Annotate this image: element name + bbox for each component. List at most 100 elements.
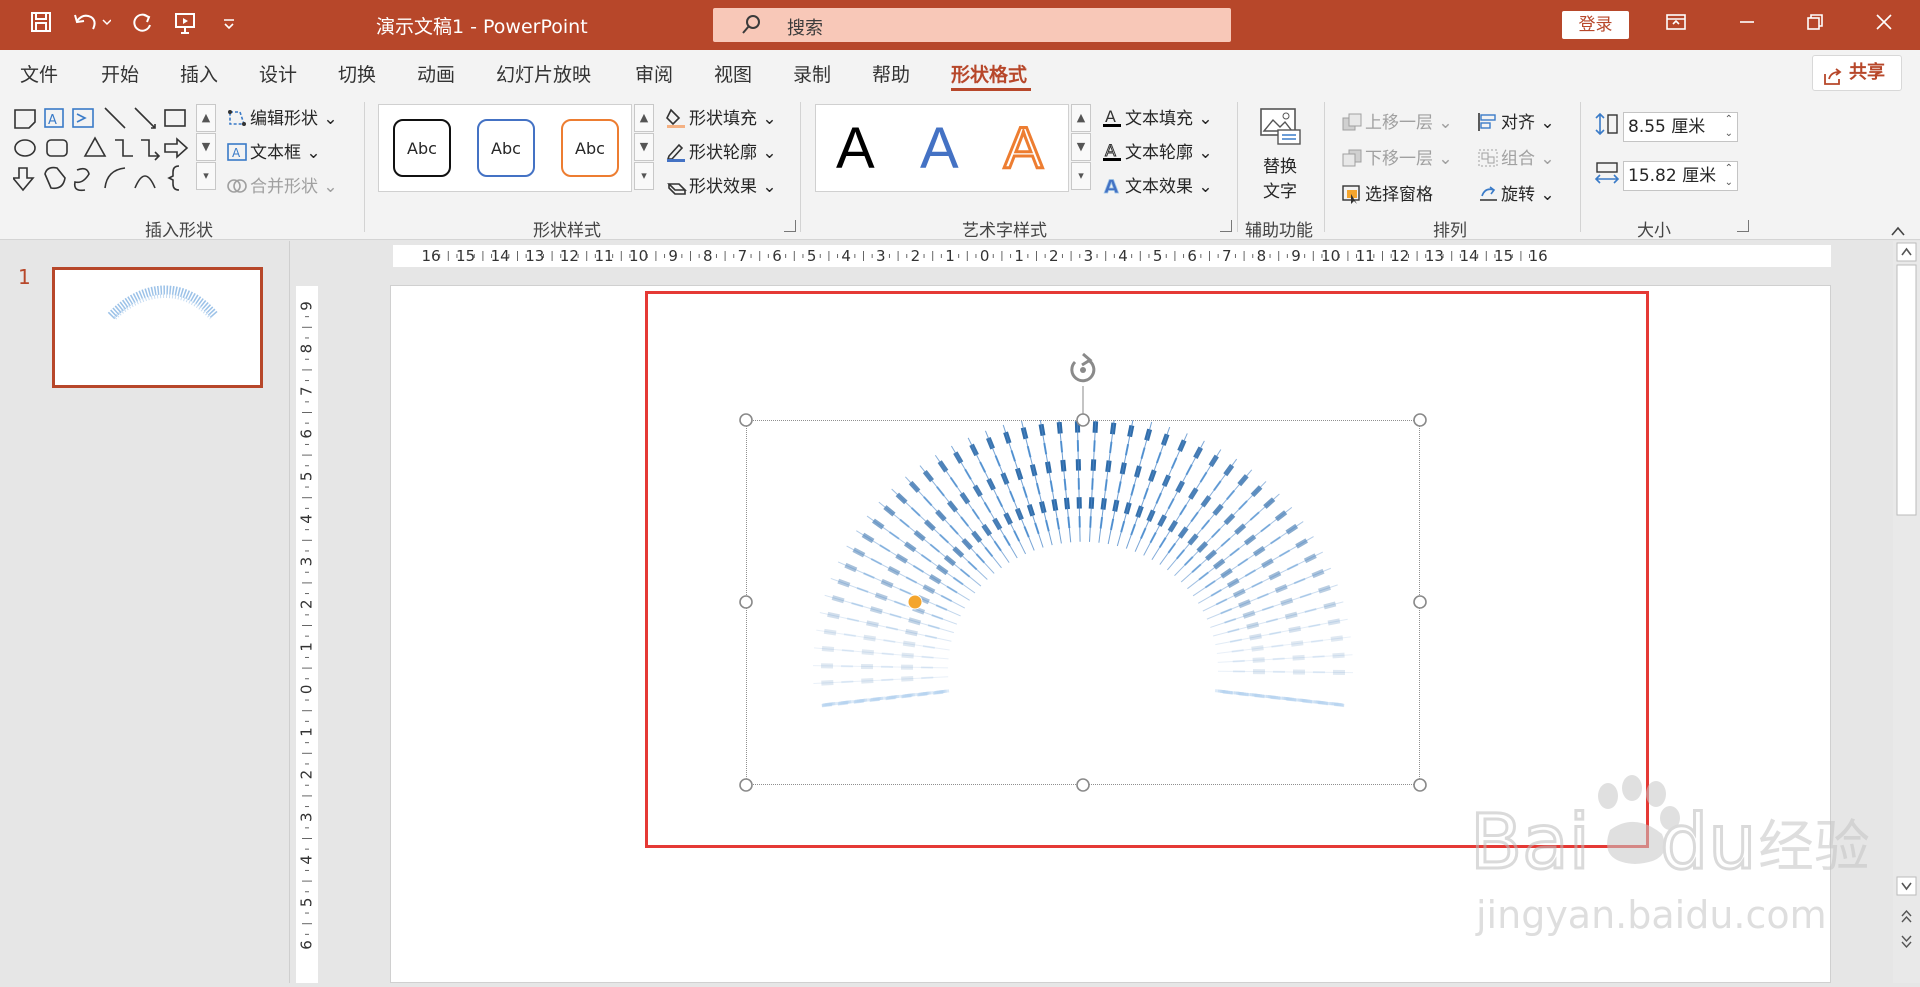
- tab-help[interactable]: 帮助: [872, 60, 910, 87]
- bring-forward-button[interactable]: 上移一层 ⌄: [1341, 108, 1453, 133]
- shape-styles-gallery[interactable]: Abc Abc Abc: [378, 104, 632, 192]
- undo-icon[interactable]: [70, 11, 114, 39]
- tab-shape-format[interactable]: 形状格式: [951, 60, 1027, 87]
- resize-handle-left[interactable]: [740, 596, 752, 608]
- svg-text:A: A: [232, 146, 241, 160]
- text-fill-button[interactable]: A文本填充 ⌄: [1101, 104, 1213, 129]
- group-label-arrange: 排列: [1433, 216, 1467, 241]
- wordart-styles-gallery[interactable]: A A A: [815, 104, 1069, 192]
- h-ruler-label: 10: [629, 247, 648, 265]
- tab-insert[interactable]: 插入: [180, 60, 218, 87]
- wordart-styles-launcher[interactable]: [1220, 220, 1232, 232]
- resize-handle-bottom-right[interactable]: [1414, 779, 1426, 791]
- shape-width-input[interactable]: 15.82 厘米 ⌃⌄: [1623, 161, 1738, 191]
- minimize-icon[interactable]: [1727, 10, 1767, 40]
- close-icon[interactable]: [1864, 10, 1904, 40]
- shapes-gallery[interactable]: A: [13, 104, 193, 196]
- tab-animations[interactable]: 动画: [417, 60, 455, 87]
- shape-effects-button[interactable]: 形状效果 ⌄: [665, 172, 777, 197]
- shape-style-3[interactable]: Abc: [561, 119, 619, 177]
- save-icon[interactable]: [26, 11, 56, 39]
- share-label: 共享: [1849, 62, 1885, 83]
- alt-text-icon: [1254, 106, 1306, 152]
- width-spinner[interactable]: ⌃⌄: [1725, 162, 1733, 190]
- selection-pane-button[interactable]: 选择窗格: [1341, 180, 1433, 205]
- shape-outline-button[interactable]: 形状轮廓 ⌄: [665, 138, 777, 163]
- slide-thumbnail[interactable]: [52, 267, 263, 388]
- wordart-down[interactable]: ▼: [1071, 133, 1091, 161]
- h-ruler-label: 6: [772, 247, 782, 265]
- pen-icon: [665, 142, 687, 162]
- customize-toolbar-icon[interactable]: [214, 11, 244, 39]
- wordart-style-3[interactable]: A: [1004, 115, 1043, 182]
- resize-handle-top-right[interactable]: [1414, 414, 1426, 426]
- tab-record[interactable]: 录制: [793, 60, 831, 87]
- redo-icon[interactable]: [127, 11, 157, 39]
- present-from-start-icon[interactable]: [170, 11, 200, 39]
- horizontal-ruler[interactable]: 1615141312111098765432101234567891011121…: [393, 245, 1831, 267]
- shape-height-input[interactable]: 8.55 厘米 ⌃⌄: [1623, 112, 1738, 142]
- h-ruler-label: 3: [1084, 247, 1094, 265]
- shape-styles-launcher[interactable]: [784, 220, 796, 232]
- shapes-gallery-more[interactable]: ▾: [196, 162, 216, 190]
- h-ruler-label: 5: [807, 247, 817, 265]
- shape-styles-more[interactable]: ▾: [634, 162, 654, 190]
- tab-transitions[interactable]: 切换: [338, 60, 376, 87]
- scroll-thumb: [1897, 265, 1916, 515]
- search-box[interactable]: 搜索: [713, 8, 1231, 42]
- wordart-style-1[interactable]: A: [836, 115, 875, 182]
- size-launcher[interactable]: [1737, 220, 1749, 232]
- resize-handle-top[interactable]: [1077, 414, 1089, 426]
- vertical-scrollbar[interactable]: [1893, 241, 1920, 983]
- send-backward-button[interactable]: 下移一层 ⌄: [1341, 144, 1453, 169]
- group-button[interactable]: 组合 ⌄: [1477, 144, 1555, 169]
- tab-view[interactable]: 视图: [714, 60, 752, 87]
- tab-design[interactable]: 设计: [259, 60, 297, 87]
- resize-handle-bottom[interactable]: [1077, 779, 1089, 791]
- watermark-du: du: [1660, 797, 1756, 886]
- collapse-ribbon-icon[interactable]: [1890, 222, 1906, 234]
- h-ruler-label: 16: [421, 247, 440, 265]
- login-button[interactable]: 登录: [1562, 11, 1629, 39]
- tab-review[interactable]: 审阅: [635, 60, 673, 87]
- shape-style-2[interactable]: Abc: [477, 119, 535, 177]
- shapes-gallery-down[interactable]: ▼: [196, 133, 216, 161]
- vertical-ruler[interactable]: 9876543210123456: [296, 286, 318, 983]
- paint-bucket-icon: [665, 108, 687, 128]
- wordart-up[interactable]: ▲: [1071, 104, 1091, 132]
- shapes-gallery-up[interactable]: ▲: [196, 104, 216, 132]
- wordart-more[interactable]: ▾: [1071, 162, 1091, 190]
- resize-handle-top-left[interactable]: [740, 414, 752, 426]
- tab-home[interactable]: 开始: [101, 60, 139, 87]
- watermark-bai: Bai: [1470, 797, 1590, 886]
- edit-shape-icon: [226, 108, 248, 128]
- text-effects-button[interactable]: A文本效果 ⌄: [1101, 172, 1213, 197]
- previous-slide-icon: [1902, 911, 1911, 922]
- shape-style-1[interactable]: Abc: [393, 119, 451, 177]
- tab-slideshow[interactable]: 幻灯片放映: [496, 60, 591, 87]
- edit-shape-button[interactable]: 编辑形状 ⌄: [226, 104, 338, 129]
- alt-text-button[interactable]: 替换 文字: [1254, 106, 1306, 206]
- rotate-handle-icon[interactable]: [1072, 354, 1094, 381]
- resize-handle-bottom-left[interactable]: [740, 779, 752, 791]
- text-box-button[interactable]: A文本框 ⌄: [226, 138, 321, 163]
- tab-file[interactable]: 文件: [20, 60, 58, 87]
- shape-styles-up[interactable]: ▲: [634, 104, 654, 132]
- text-outline-button[interactable]: A文本轮廓 ⌄: [1101, 138, 1213, 163]
- search-placeholder: 搜索: [787, 14, 823, 40]
- ribbon-display-options-icon[interactable]: [1656, 10, 1696, 40]
- rotate-button[interactable]: 旋转 ⌄: [1477, 180, 1555, 205]
- resize-handle-right[interactable]: [1414, 596, 1426, 608]
- merge-shapes-button[interactable]: 合并形状 ⌄: [226, 172, 338, 197]
- align-button[interactable]: 对齐 ⌄: [1477, 108, 1555, 133]
- shape-fill-button[interactable]: 形状填充 ⌄: [665, 104, 777, 129]
- wordart-style-2[interactable]: A: [920, 115, 959, 182]
- scroll-down-button: [1897, 877, 1916, 895]
- adjust-handle[interactable]: [908, 595, 922, 609]
- v-ruler-label: 2: [298, 599, 316, 609]
- h-ruler-label: 13: [1425, 247, 1444, 265]
- shape-styles-down[interactable]: ▼: [634, 133, 654, 161]
- height-spinner[interactable]: ⌃⌄: [1725, 113, 1733, 141]
- share-button[interactable]: 共享: [1812, 55, 1902, 91]
- restore-icon[interactable]: [1795, 10, 1835, 40]
